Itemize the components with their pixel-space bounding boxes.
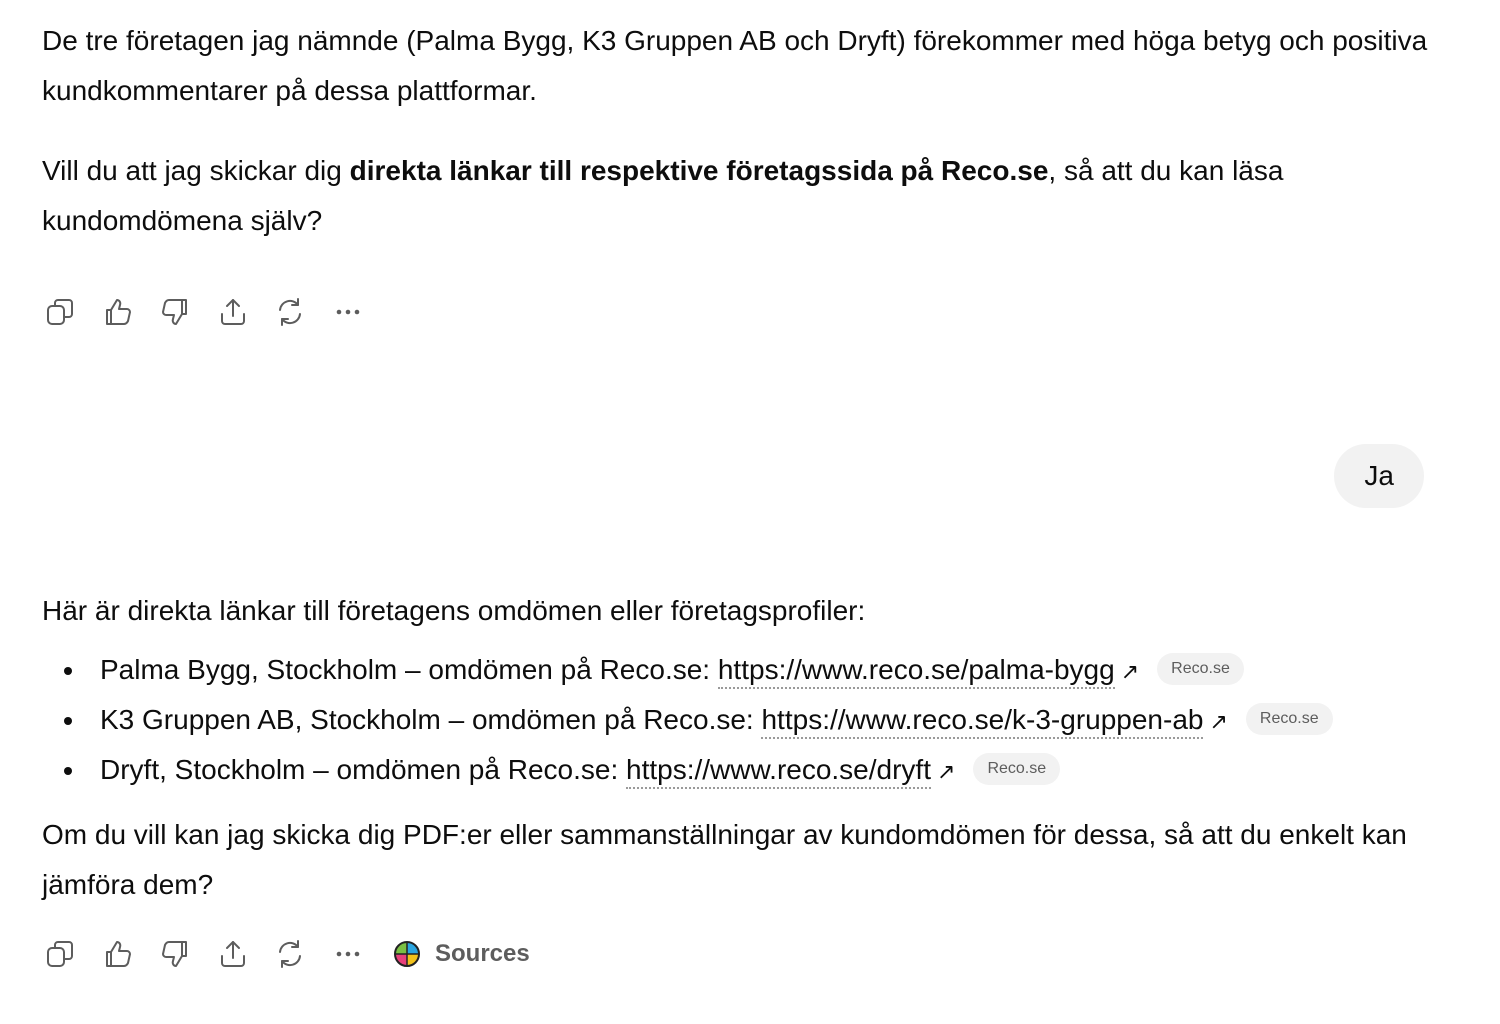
share-icon: [220, 941, 245, 967]
list-item: K3 Gruppen AB, Stockholm – omdömen på Re…: [42, 695, 1462, 745]
thumbs-up-icon: [105, 299, 131, 325]
external-link-icon: ↗: [937, 759, 956, 784]
question-text-bold: direkta länkar till respektive företagss…: [349, 155, 1049, 186]
thumbs-up-button[interactable]: [100, 294, 136, 330]
more-icon: [336, 951, 359, 957]
user-message-text: Ja: [1364, 460, 1394, 491]
sources-label: Sources: [435, 940, 530, 967]
thumbs-down-icon: [162, 299, 187, 325]
external-link-icon: ↗: [1209, 709, 1228, 734]
source-chip[interactable]: Reco.se: [973, 752, 1061, 785]
link-url[interactable]: https://www.reco.se/k-3-gruppen-ab: [761, 704, 1204, 739]
thumbs-down-button[interactable]: [157, 936, 193, 972]
assistant-message-paragraph: De tre företagen jag nämnde (Palma Bygg,…: [42, 25, 1428, 106]
message-actions: [42, 292, 387, 332]
list-item: Dryft, Stockholm – omdömen på Reco.se: h…: [42, 745, 1462, 795]
assistant-message-followup: Om du vill kan jag skicka dig PDF:er ell…: [42, 819, 1407, 900]
regenerate-button[interactable]: [272, 936, 308, 972]
regenerate-icon: [279, 298, 301, 326]
regenerate-icon: [279, 940, 301, 968]
user-message-bubble: Ja: [1334, 444, 1424, 508]
copy-button[interactable]: [42, 936, 78, 972]
share-icon: [220, 299, 245, 325]
question-text-start: Vill du att jag skickar dig: [42, 155, 350, 186]
thumbs-up-button[interactable]: [100, 936, 136, 972]
regenerate-button[interactable]: [272, 294, 308, 330]
share-button[interactable]: [215, 936, 251, 972]
share-button[interactable]: [215, 294, 251, 330]
more-button[interactable]: [330, 294, 366, 330]
more-icon: [336, 309, 359, 315]
list-item-text: K3 Gruppen AB, Stockholm – omdömen på Re…: [100, 704, 762, 735]
copy-button[interactable]: [42, 294, 78, 330]
more-button[interactable]: [330, 936, 366, 972]
link-list: Palma Bygg, Stockholm – omdömen på Reco.…: [42, 645, 1462, 795]
list-item-text: Palma Bygg, Stockholm – omdömen på Reco.…: [100, 654, 718, 685]
sources-logo-icon: [394, 941, 420, 967]
thumbs-down-button[interactable]: [157, 294, 193, 330]
message-actions: Sources: [42, 934, 530, 974]
copy-icon: [47, 941, 73, 967]
list-item-text: Dryft, Stockholm – omdömen på Reco.se:: [100, 754, 626, 785]
copy-icon: [47, 299, 73, 325]
list-item: Palma Bygg, Stockholm – omdömen på Reco.…: [42, 645, 1462, 695]
link-url[interactable]: https://www.reco.se/dryft: [626, 754, 931, 789]
thumbs-down-icon: [162, 941, 187, 967]
external-link-icon: ↗: [1120, 659, 1140, 684]
source-chip[interactable]: Reco.se: [1157, 652, 1244, 685]
assistant-message-intro: Här är direkta länkar till företagens om…: [42, 595, 866, 626]
source-chip[interactable]: Reco.se: [1245, 702, 1333, 735]
assistant-message-question: Vill du att jag skickar dig direkta länk…: [42, 146, 1442, 246]
sources-button[interactable]: Sources: [393, 940, 530, 968]
thumbs-up-icon: [105, 941, 131, 967]
link-url[interactable]: https://www.reco.se/palma-bygg: [717, 654, 1115, 689]
